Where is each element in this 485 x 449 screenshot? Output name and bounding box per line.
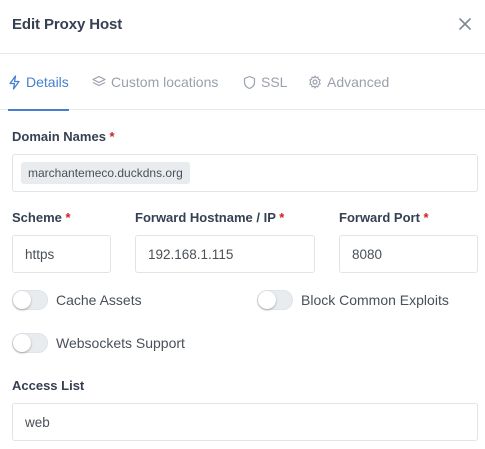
forward-hostname-input[interactable]: 192.168.1.115 (135, 235, 315, 273)
tab-custom-locations-label: Custom locations (111, 74, 219, 90)
forward-hostname-value: 192.168.1.115 (148, 246, 234, 262)
tab-advanced-label: Advanced (327, 74, 390, 90)
tab-custom-locations[interactable]: Custom locations (92, 54, 218, 110)
scheme-label: Scheme * (12, 210, 71, 225)
tab-advanced[interactable]: Advanced (308, 54, 389, 110)
shield-icon (243, 75, 256, 89)
gear-icon (309, 75, 321, 89)
domain-names-label: Domain Names * (12, 129, 115, 144)
cache-assets-switch[interactable] (12, 290, 48, 310)
required-mark: * (109, 129, 115, 144)
websockets-toggle[interactable]: Websockets Support (12, 333, 185, 353)
forward-port-input[interactable]: 8080 (339, 235, 478, 273)
cache-assets-label: Cache Assets (56, 292, 142, 308)
required-mark: * (65, 210, 71, 225)
required-mark: * (279, 210, 285, 225)
switch-knob (258, 291, 276, 309)
tab-details[interactable]: Details (8, 54, 69, 111)
block-exploits-switch[interactable] (257, 290, 293, 310)
tab-bar: Details Custom locations SSL Advanced (0, 54, 485, 111)
forward-port-label: Forward Port * (339, 210, 429, 225)
websockets-label: Websockets Support (56, 335, 185, 351)
required-mark: * (423, 210, 429, 225)
cache-assets-toggle[interactable]: Cache Assets (12, 290, 142, 310)
block-exploits-label: Block Common Exploits (301, 292, 449, 308)
bolt-icon (9, 74, 20, 90)
domain-names-label-text: Domain Names (12, 129, 106, 144)
scheme-select[interactable]: https (12, 235, 111, 273)
websockets-switch[interactable] (12, 333, 48, 353)
forward-port-label-text: Forward Port (339, 210, 420, 225)
forward-hostname-label: Forward Hostname / IP * (135, 210, 284, 225)
close-icon (459, 18, 471, 30)
block-exploits-toggle[interactable]: Block Common Exploits (257, 290, 449, 310)
tab-ssl[interactable]: SSL (243, 54, 287, 110)
scheme-label-text: Scheme (12, 210, 62, 225)
domain-chip[interactable]: marchantemeco.duckdns.org (21, 162, 190, 184)
modal-header: Edit Proxy Host (0, 0, 485, 54)
access-list-label: Access List (12, 378, 85, 393)
layers-icon (92, 75, 106, 87)
access-list-value: web (25, 414, 50, 430)
tab-ssl-label: SSL (261, 74, 288, 90)
close-button[interactable] (457, 14, 473, 34)
tab-details-label: Details (26, 74, 69, 90)
scheme-value: https (25, 246, 55, 262)
modal-title: Edit Proxy Host (12, 16, 123, 33)
forward-hostname-label-text: Forward Hostname / IP (135, 210, 276, 225)
access-list-select[interactable]: web (12, 403, 478, 441)
switch-knob (13, 334, 31, 352)
domain-names-input[interactable]: marchantemeco.duckdns.org (12, 154, 478, 192)
switch-knob (13, 291, 31, 309)
forward-port-value: 8080 (352, 246, 383, 262)
